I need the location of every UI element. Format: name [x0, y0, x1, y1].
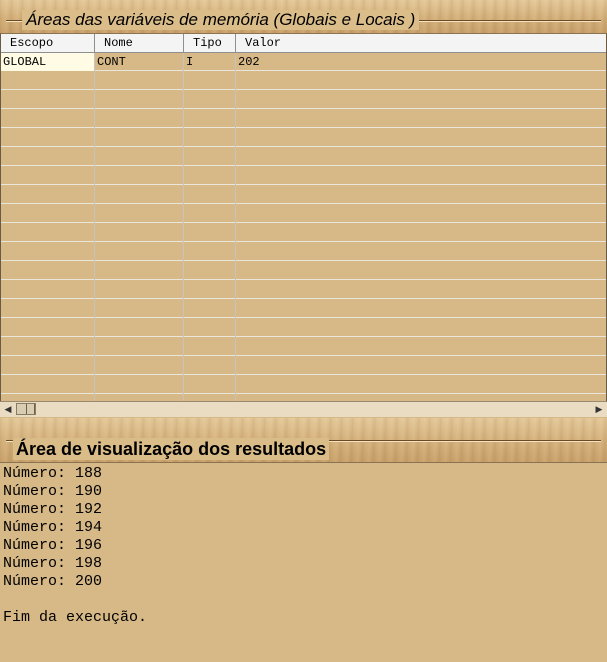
output-line: Número: 194 — [3, 519, 103, 536]
results-panel-title: Área de visualização dos resultados — [13, 438, 330, 460]
column-header-nome[interactable]: Nome — [95, 34, 184, 52]
results-panel-header: Área de visualização dos resultados — [0, 418, 607, 462]
cell-tipo[interactable]: I — [184, 53, 235, 71]
table-row[interactable]: GLOBAL CONT I 202 — [1, 53, 606, 71]
output-line: Número: 188 — [3, 465, 103, 482]
triangle-right-icon[interactable]: ▶ — [592, 403, 606, 416]
horizontal-scrollbar[interactable]: ◀ ▶ — [0, 401, 607, 417]
column-header-escopo[interactable]: Escopo — [1, 34, 95, 52]
variables-panel-title: Áreas das variáveis de memória (Globais … — [22, 10, 420, 30]
output-line: Número: 198 — [3, 555, 103, 572]
column-header-valor[interactable]: Valor — [236, 34, 606, 52]
column-header-tipo[interactable]: Tipo — [184, 34, 236, 52]
cell-nome[interactable]: CONT — [95, 53, 183, 71]
scroll-thumb[interactable] — [16, 403, 36, 415]
output-line: Fim da execução. — [3, 609, 148, 626]
variables-panel-header: Áreas das variáveis de memória (Globais … — [0, 0, 607, 33]
output-line: Número: 200 — [3, 573, 103, 590]
output-line: Número: 192 — [3, 501, 103, 518]
output-line: Número: 196 — [3, 537, 103, 554]
variables-grid[interactable]: Escopo Nome Tipo Valor GLOBAL CONT I 202 — [0, 33, 607, 403]
grid-header: Escopo Nome Tipo Valor — [1, 34, 606, 53]
results-output[interactable]: Número: 188 Número: 190 Número: 192 Núme… — [0, 462, 607, 662]
cell-escopo[interactable]: GLOBAL — [1, 53, 94, 71]
triangle-left-icon[interactable]: ◀ — [1, 403, 15, 416]
output-line: Número: 190 — [3, 483, 103, 500]
cell-valor[interactable]: 202 — [236, 53, 536, 71]
